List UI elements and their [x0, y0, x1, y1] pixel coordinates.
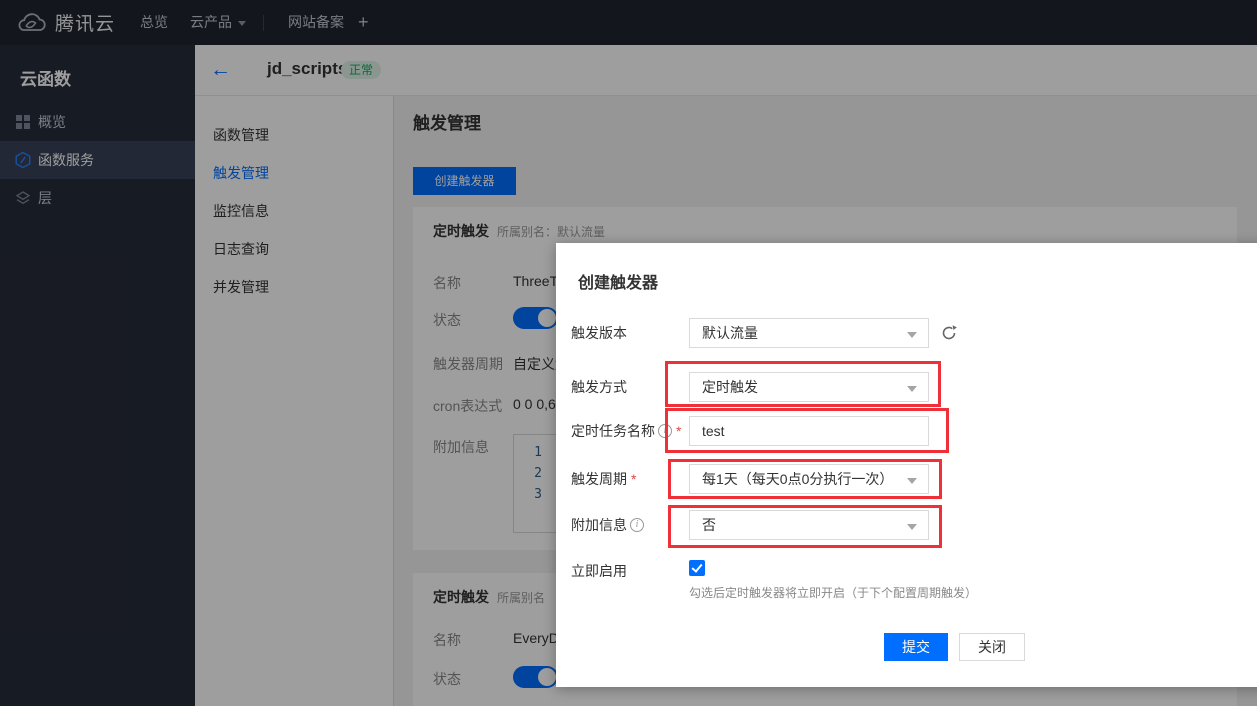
enable-now-note: 勾选后定时触发器将立即开启（于下个配置周期触发） — [689, 584, 977, 601]
required-asterisk: * — [631, 464, 636, 494]
trigger-period-label: 触发周期* — [571, 464, 636, 494]
info-icon: i — [630, 518, 644, 532]
trigger-version-label: 触发版本 — [571, 318, 627, 348]
trigger-method-select[interactable]: 定时触发 — [689, 372, 929, 402]
refresh-icon[interactable] — [940, 324, 958, 342]
task-name-value: test — [702, 423, 725, 439]
extra-info-value: 否 — [702, 517, 716, 533]
enable-now-label: 立即启用 — [571, 556, 627, 586]
chevron-down-icon — [907, 332, 917, 338]
chevron-down-icon — [907, 524, 917, 530]
task-name-label: 定时任务名称i* — [571, 416, 681, 446]
trigger-period-select[interactable]: 每1天（每天0点0分执行一次） — [689, 464, 929, 494]
chevron-down-icon — [907, 478, 917, 484]
create-trigger-modal: 创建触发器 触发版本 默认流量 触发方式 定时触发 定时任务名称i* test … — [556, 243, 1257, 687]
extra-info-select[interactable]: 否 — [689, 510, 929, 540]
required-asterisk: * — [676, 416, 681, 446]
trigger-method-value: 定时触发 — [702, 379, 758, 395]
enable-now-checkbox[interactable] — [689, 560, 705, 576]
trigger-period-value: 每1天（每天0点0分执行一次） — [702, 471, 893, 487]
trigger-version-select[interactable]: 默认流量 — [689, 318, 929, 348]
close-button[interactable]: 关闭 — [959, 633, 1025, 661]
extra-info-label: 附加信息i — [571, 510, 644, 540]
submit-button[interactable]: 提交 — [884, 633, 948, 661]
task-name-input[interactable]: test — [689, 416, 929, 446]
modal-title: 创建触发器 — [578, 269, 658, 293]
chevron-down-icon — [907, 386, 917, 392]
trigger-method-label: 触发方式 — [571, 372, 627, 402]
trigger-version-value: 默认流量 — [702, 325, 758, 341]
info-icon: i — [658, 424, 672, 438]
